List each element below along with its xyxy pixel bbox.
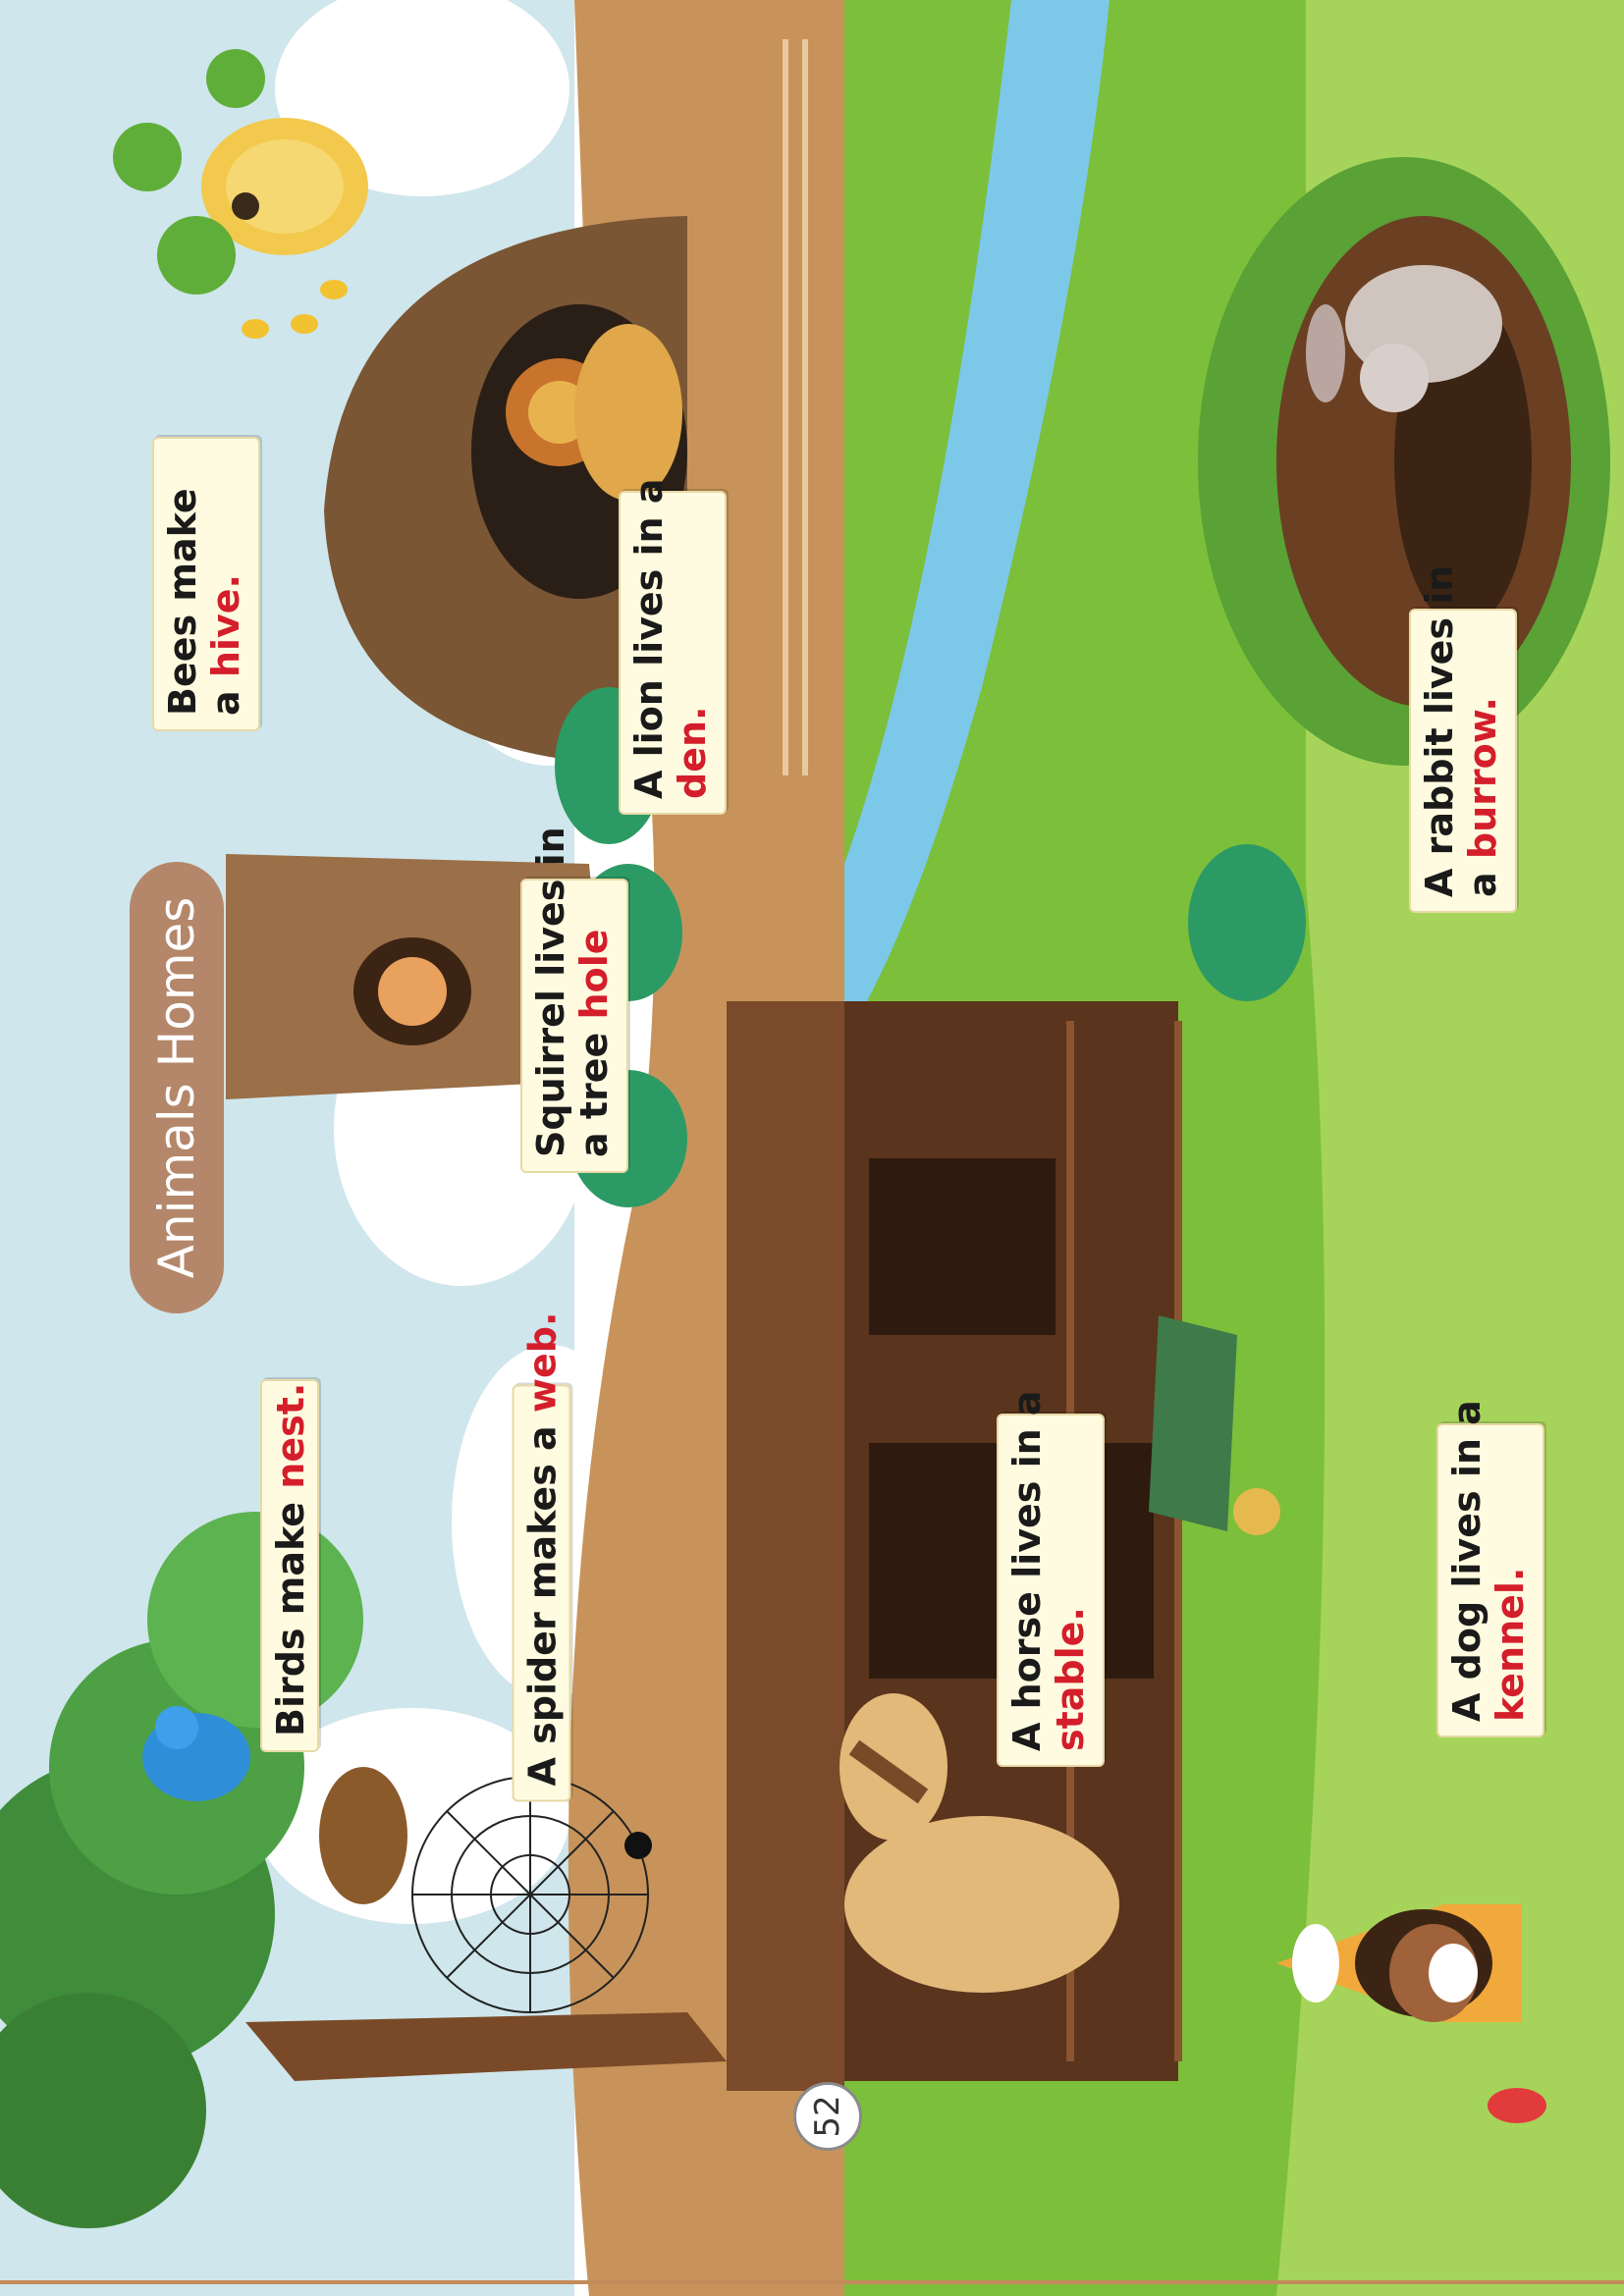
caption-rabbit-line1: A rabbit lives in [1418, 564, 1461, 897]
caption-rabbit-prefix: a [1460, 859, 1504, 897]
caption-lion-home: den. [670, 706, 714, 799]
caption-bees-prefix: a [203, 677, 247, 716]
worksheet-page: Animals Homes Bees make a hive. A lion l… [0, 0, 1624, 2296]
squirrel-icon [378, 957, 447, 1026]
caption-lion-line1: A lion lives in a [627, 478, 671, 799]
caption-horse: A horse lives in a stable. [997, 1390, 1105, 1767]
caption-rabbit: A rabbit lives in a burrow. [1409, 564, 1517, 913]
animal-homes-illustration [0, 0, 1624, 2296]
caption-bees-line1: Bees make [161, 488, 204, 716]
caption-rabbit-home: burrow. [1460, 697, 1504, 860]
page-number: 52 [793, 2082, 862, 2151]
caption-horse-line1: A horse lives in a [1005, 1390, 1049, 1751]
caption-birds-home: nest. [269, 1382, 312, 1489]
caption-dog-home: kennel. [1488, 1567, 1532, 1722]
caption-birds-prefix: Birds make [269, 1488, 312, 1736]
caption-squirrel-prefix: a tree [571, 1019, 616, 1157]
burrow-icon [1198, 157, 1610, 766]
spider-web-icon [411, 1776, 649, 2013]
caption-squirrel-line2: a tree hole [571, 894, 617, 1157]
page-title: Animals Homes [130, 862, 224, 1313]
caption-bees-home: hive. [203, 574, 247, 678]
caption-spider-home: web. [520, 1311, 565, 1414]
nest-icon [319, 1767, 407, 1904]
caption-birds: Birds make nest. [260, 1379, 319, 1752]
spider-icon [624, 1832, 652, 1859]
caption-bees-line2: a hive. [203, 453, 248, 716]
caption-birds-line1: Birds make nest. [269, 1383, 313, 1736]
caption-spider-prefix: A spider makes a [520, 1413, 565, 1787]
caption-spider-line1: A spider makes a web. [520, 1312, 566, 1787]
caption-horse-home: stable. [1048, 1607, 1092, 1751]
caption-bees: Bees make a hive. [152, 437, 260, 731]
caption-dog: A dog lives in a kennel. [1436, 1400, 1544, 1737]
dog-bowl-icon [1488, 2088, 1546, 2123]
caption-lion: A lion lives in a den. [619, 478, 727, 815]
caption-spider: A spider makes a web. [512, 1312, 571, 1802]
caption-dog-line1: A dog lives in a [1445, 1400, 1489, 1722]
caption-rabbit-line2: a burrow. [1460, 624, 1505, 897]
caption-squirrel: Squirrel lives in a tree hole [520, 827, 628, 1173]
caption-squirrel-home: hole [571, 929, 616, 1020]
dog-icon [1389, 1924, 1478, 2022]
caption-squirrel-line1: Squirrel lives in [529, 827, 572, 1157]
